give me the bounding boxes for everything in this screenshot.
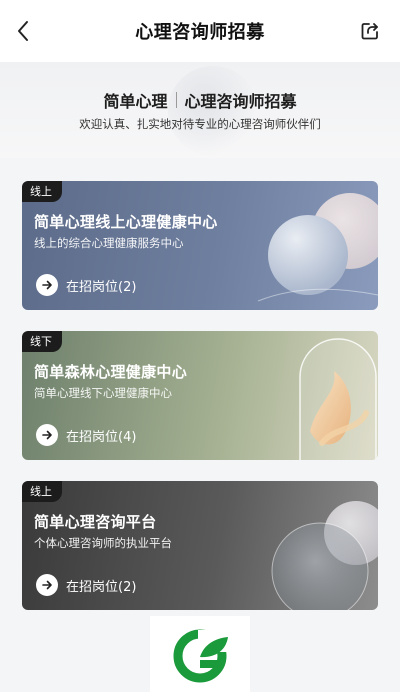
card-title: 简单森林心理健康中心	[34, 363, 188, 381]
open-positions-label: 在招岗位(2)	[66, 279, 137, 295]
card-description: 个体心理咨询师的执业平台	[34, 536, 172, 550]
leaf-logo-icon	[173, 629, 228, 683]
page-title: 心理咨询师招募	[135, 22, 265, 43]
arrow-right-icon	[36, 274, 58, 296]
title-divider	[175, 92, 177, 108]
nav-bar: 心理咨询师招募	[0, 0, 400, 62]
share-button[interactable]	[358, 19, 382, 43]
brand-name: 简单心理	[103, 92, 168, 111]
share-icon	[361, 23, 378, 40]
arrow-right-icon	[36, 424, 58, 446]
app-logo	[150, 616, 250, 692]
card-tag: 线上	[22, 181, 62, 202]
recruit-header: 简单心理 心理咨询师招募 欢迎认真、扎实地对待专业的心理咨询师伙伴们	[0, 62, 400, 158]
platform-card[interactable]: 线上 简单心理咨询平台 个体心理咨询师的执业平台 在招岗位(2)	[22, 481, 378, 610]
open-positions-link[interactable]: 在招岗位(4)	[36, 424, 136, 446]
sphere-illustration	[257, 193, 378, 302]
header-heading: 心理咨询师招募	[184, 92, 297, 111]
open-positions-link[interactable]: 在招岗位(2)	[36, 574, 136, 596]
card-title: 简单心理咨询平台	[34, 513, 157, 531]
card-tag: 线下	[22, 331, 62, 352]
center-card-offline[interactable]: 线下 简单森林心理健康中心 简单心理线下心理健康中心 在招岗位(4)	[22, 331, 378, 460]
glass-circle-illustration	[271, 501, 378, 610]
card-description: 线上的综合心理健康服务中心	[34, 236, 184, 250]
open-positions-label: 在招岗位(2)	[66, 579, 137, 595]
page: 心理咨询师招募 简单心理 心理咨询师招募 欢迎认真、扎实地对待专业的心理咨询师伙…	[0, 0, 400, 692]
center-card-online[interactable]: 线上 简单心理线上心理健康中心 线上的综合心理健康服务中心 在招岗位(2)	[22, 181, 378, 310]
open-positions-link[interactable]: 在招岗位(2)	[36, 274, 136, 296]
card-description: 简单心理线下心理健康中心	[34, 386, 172, 400]
open-positions-label: 在招岗位(4)	[66, 429, 137, 445]
header-subtitle: 欢迎认真、扎实地对待专业的心理咨询师伙伴们	[79, 117, 321, 131]
chevron-left-icon	[18, 21, 28, 41]
arrow-right-icon	[36, 574, 58, 596]
header-title: 简单心理 心理咨询师招募	[0, 88, 400, 112]
back-button[interactable]	[8, 15, 38, 47]
card-title: 简单心理线上心理健康中心	[34, 213, 218, 231]
arch-illustration	[299, 338, 377, 460]
card-tag: 线上	[22, 481, 62, 502]
